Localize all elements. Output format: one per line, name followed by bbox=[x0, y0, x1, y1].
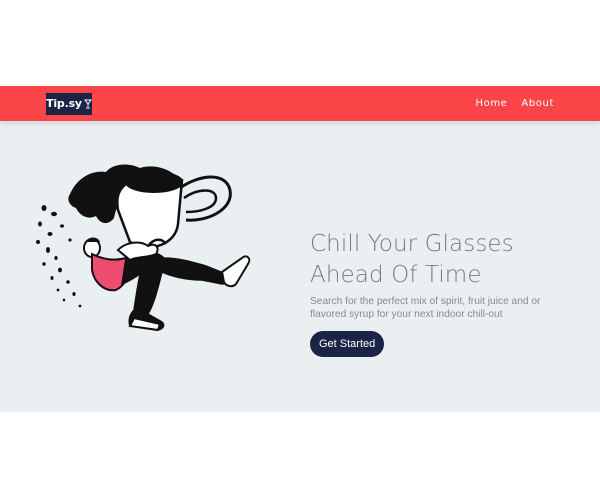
hero-title-line-2: Ahead Of Time bbox=[310, 262, 482, 288]
hero-title: Chill Your Glasses Ahead Of Time bbox=[310, 229, 580, 291]
hero-text-block: Chill Your Glasses Ahead Of Time Search … bbox=[310, 229, 580, 357]
brand-logo[interactable]: Tip.sy bbox=[46, 92, 92, 115]
brand-logo-text: Tip.sy bbox=[46, 97, 82, 110]
nav-home-link[interactable]: Home bbox=[475, 98, 507, 109]
get-started-button[interactable]: Get Started bbox=[310, 331, 385, 357]
top-navbar: Tip.sy Home About bbox=[0, 86, 600, 121]
nav-about-link[interactable]: About bbox=[521, 98, 554, 109]
cocktail-glass-icon bbox=[83, 99, 92, 108]
hero-title-line-1: Chill Your Glasses bbox=[310, 231, 514, 257]
falling-person bbox=[83, 237, 251, 332]
hero-subtitle: Search for the perfect mix of spirit, fr… bbox=[310, 296, 541, 320]
hero-section: Chill Your Glasses Ahead Of Time Search … bbox=[0, 121, 600, 412]
splash-droplets bbox=[36, 205, 82, 308]
hero-illustration bbox=[36, 164, 251, 332]
nav-links: Home About bbox=[475, 98, 554, 109]
giant-cup bbox=[116, 171, 232, 249]
